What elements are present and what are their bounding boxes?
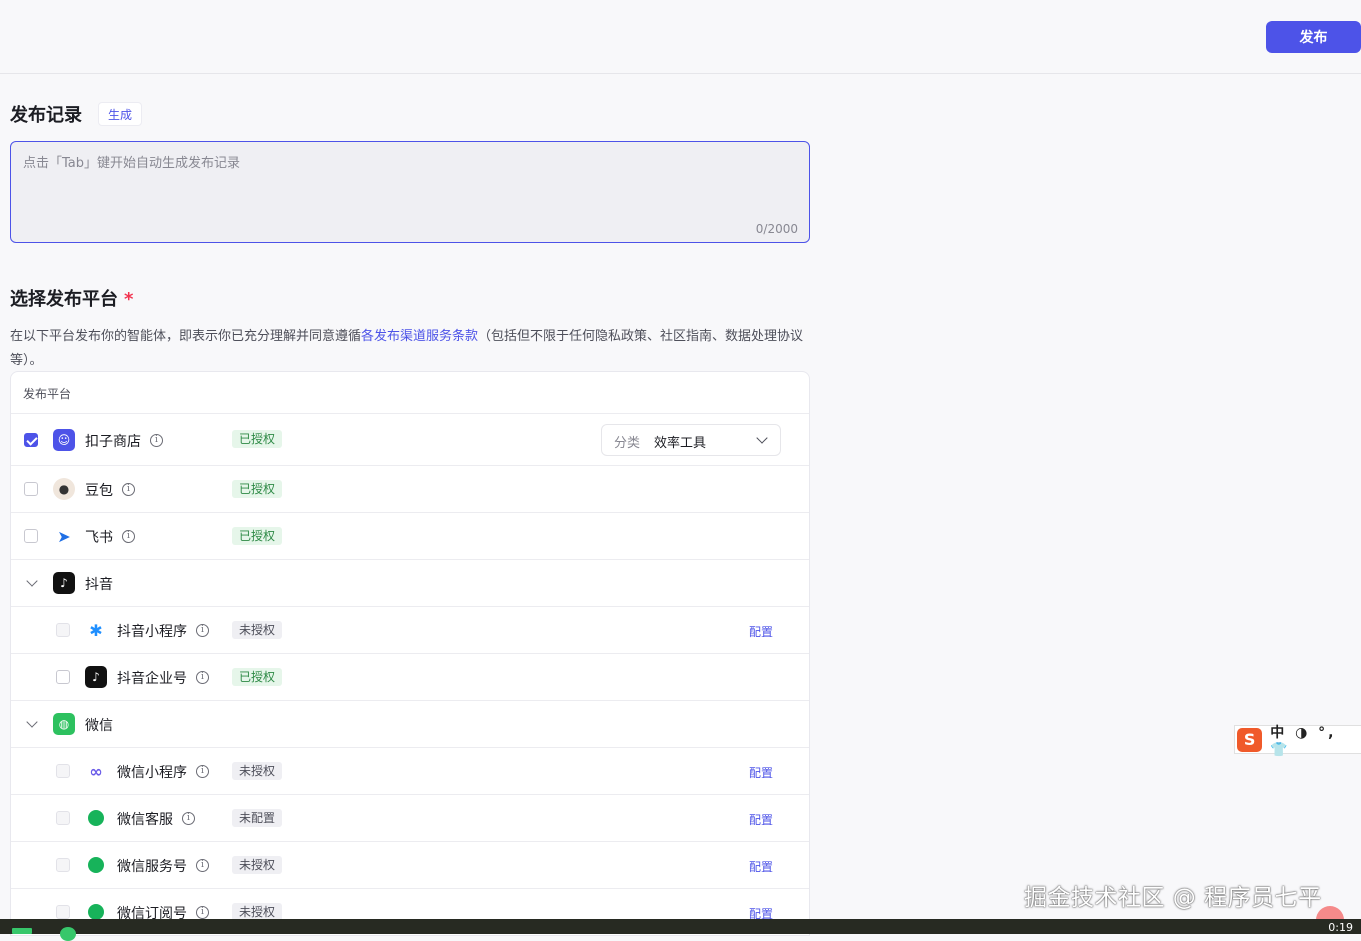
checkbox-wechat-fuwuhao[interactable] [56,858,70,872]
platform-title: 选择发布平台 * [10,285,133,311]
select-label: 分类 [614,436,641,451]
info-icon[interactable]: i [196,624,209,637]
chevron-down-icon [756,432,768,444]
top-bar: 发布 [0,0,1361,74]
terms-link[interactable]: 各发布渠道服务条款 [361,329,478,344]
info-icon[interactable]: i [150,434,163,447]
info-icon[interactable]: i [122,530,135,543]
info-icon[interactable]: i [196,859,209,872]
coze-store-icon: ☺ [53,429,75,451]
group-row-wechat[interactable]: ◍ 微信 [11,700,809,748]
wechat-icon: ◍ [53,713,75,735]
status-badge: 未授权 [232,762,283,780]
platform-name: 微信客服 [117,812,173,828]
table-row: ● 豆包 i 已授权 [11,465,809,513]
wechat-kefu-icon [85,807,107,829]
config-link[interactable]: 配置 [749,764,773,781]
checkbox-wechat-mini[interactable] [56,764,70,778]
desc-prefix: 在以下平台发布你的智能体，即表示你已充分理解并同意遵循 [10,329,362,344]
ime-toolbar[interactable]: S 中 ◑ °, 👕 [1234,725,1361,758]
publish-button[interactable]: 发布 [1266,21,1361,53]
checkbox-coze-store[interactable] [24,433,38,447]
douyin-icon: ♪ [53,572,75,594]
checkbox-doubao[interactable] [24,482,38,496]
status-badge: 已授权 [232,527,283,545]
platform-name: 微信小程序 [117,765,187,781]
checkbox-douyin-enterprise[interactable] [56,670,70,684]
checkbox-feishu[interactable] [24,529,38,543]
status-badge: 已授权 [232,480,283,498]
status-badge: 未授权 [232,856,283,874]
record-title: 发布记录 [10,105,82,126]
table-row: 微信服务号 i 未授权 配置 [11,841,809,889]
group-row-douyin[interactable]: ♪ 抖音 [11,559,809,607]
checkbox-wechat-dingyuehao[interactable] [56,905,70,919]
feishu-icon: ➤ [53,525,75,547]
chevron-down-icon[interactable] [26,575,38,587]
group-name: 微信 [85,718,113,734]
platform-name: 飞书 [85,530,113,546]
platform-description: 在以下平台发布你的智能体，即表示你已充分理解并同意遵循各发布渠道服务条款（包括但… [10,325,810,373]
taskbar-app-icon[interactable] [12,928,32,934]
platform-name: 扣子商店 [85,434,141,450]
taskbar: 0:19 [0,919,1361,941]
platform-table: 发布平台 ☺ 扣子商店 i 已授权 分类 效率工具 ● 豆包 i 已授权 ➤ 飞… [10,371,810,936]
table-row: ➤ 飞书 i 已授权 [11,512,809,560]
checkbox-douyin-mini[interactable] [56,623,70,637]
sogou-logo-icon: S [1237,727,1263,752]
required-mark: * [124,289,134,310]
clock: 0:19 [1328,921,1353,934]
release-notes-textarea[interactable]: 点击「Tab」键开始自动生成发布记录 0/2000 [10,141,810,243]
status-badge: 已授权 [232,430,283,448]
group-name: 抖音 [85,577,113,593]
table-row: ✱ 抖音小程序 i 未授权 配置 [11,606,809,654]
checkbox-wechat-service[interactable] [56,811,70,825]
platform-name: 抖音企业号 [117,671,187,687]
info-icon[interactable]: i [122,483,135,496]
select-value: 效率工具 [654,436,707,451]
douyin-enterprise-icon: ♪ [85,666,107,688]
platform-title-text: 选择发布平台 [10,289,118,310]
status-badge: 未授权 [232,621,283,639]
platform-name: 抖音小程序 [117,624,187,640]
wechat-mini-icon: ∞ [85,760,107,782]
status-badge: 未配置 [232,809,283,827]
category-select[interactable]: 分类 效率工具 [601,424,781,456]
config-link[interactable]: 配置 [749,811,773,828]
info-icon[interactable]: i [196,671,209,684]
table-row: ☺ 扣子商店 i 已授权 分类 效率工具 [11,413,809,466]
textarea-placeholder: 点击「Tab」键开始自动生成发布记录 [23,156,241,171]
wechat-taskbar-icon[interactable] [60,927,76,941]
wechat-fuwuhao-icon [85,854,107,876]
platform-name: 微信服务号 [117,859,187,875]
ime-status: 中 ◑ °, 👕 [1270,724,1337,758]
table-row: ∞ 微信小程序 i 未授权 配置 [11,747,809,795]
chevron-down-icon[interactable] [26,716,38,728]
char-counter: 0/2000 [755,222,798,236]
generate-button[interactable]: 生成 [98,102,143,126]
config-link[interactable]: 配置 [749,623,773,640]
platform-name: 豆包 [85,483,113,499]
table-row: ♪ 抖音企业号 i 已授权 [11,653,809,701]
doubao-icon: ● [53,478,75,500]
table-header: 发布平台 [23,387,72,401]
info-icon[interactable]: i [196,906,209,919]
status-badge: 已授权 [232,668,283,686]
info-icon[interactable]: i [196,765,209,778]
watermark: 掘金技术社区 @ 程序员七平 [1024,885,1322,911]
douyin-mini-icon: ✱ [85,619,107,641]
info-icon[interactable]: i [182,812,195,825]
config-link[interactable]: 配置 [749,858,773,875]
table-row: 微信客服 i 未配置 配置 [11,794,809,842]
